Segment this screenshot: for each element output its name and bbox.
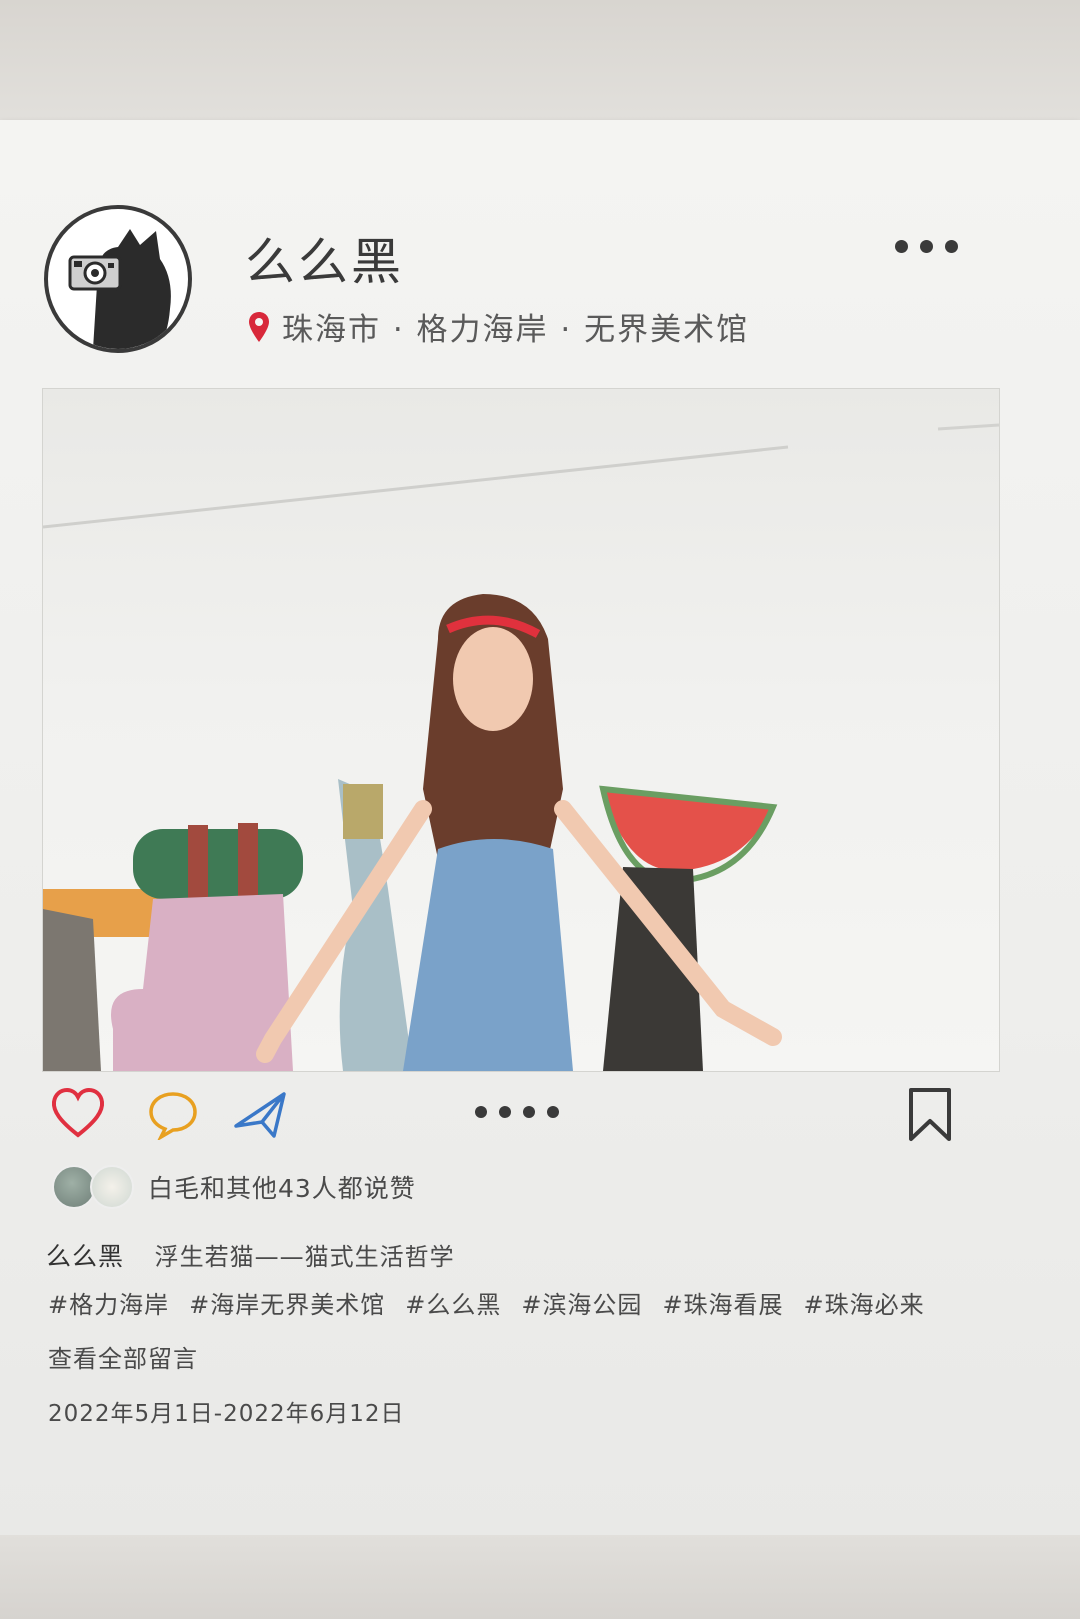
photo-scene (43, 423, 999, 1071)
view-all-comments-link[interactable]: 查看全部留言 (48, 1339, 198, 1374)
ellipsis-dot (920, 240, 933, 253)
post-location[interactable]: 珠海市 · 格力海岸 · 无界美术馆 (248, 304, 749, 349)
caption-text: 浮生若猫——猫式生活哲学 (154, 1243, 455, 1271)
carousel-dots-icon (475, 1106, 559, 1118)
wall-background-bottom (0, 1535, 1080, 1619)
hashtag[interactable]: #么么黑 (405, 1285, 501, 1320)
hashtag[interactable]: #格力海岸 (48, 1285, 169, 1320)
carousel-dot (523, 1106, 535, 1118)
more-options-button[interactable] (895, 240, 958, 253)
hashtag[interactable]: #滨海公园 (521, 1285, 642, 1320)
black-cat-camera-logo (68, 229, 171, 349)
carousel-dot (547, 1106, 559, 1118)
likes-text: 白毛和其他43人都说赞 (148, 1174, 416, 1203)
post-username[interactable]: 么么黑 (245, 222, 404, 294)
comment-bubble-icon (149, 1092, 197, 1142)
carousel-dot (499, 1106, 511, 1118)
like-button[interactable] (50, 1087, 106, 1143)
ellipsis-icon (895, 240, 908, 253)
hashtag[interactable]: #海岸无界美术馆 (189, 1285, 385, 1320)
post-photo (42, 388, 1000, 1072)
carousel-dot (475, 1106, 487, 1118)
liker-avatar (90, 1165, 134, 1209)
comment-button[interactable] (147, 1090, 199, 1144)
caption-username[interactable]: 么么黑 (46, 1242, 124, 1271)
ellipsis-dot (945, 240, 958, 253)
share-button[interactable] (232, 1090, 288, 1144)
paper-plane-icon (234, 1092, 286, 1138)
map-pin-icon (249, 311, 269, 342)
wall-background-top (0, 0, 1080, 125)
likes-summary[interactable]: 白毛和其他43人都说赞 (52, 1165, 416, 1209)
hashtag-list: #格力海岸 #海岸无界美术馆 #么么黑 #滨海公园 #珠海看展 #珠海必来 (48, 1285, 925, 1320)
heart-icon (51, 1087, 105, 1138)
post-caption: 么么黑 浮生若猫——猫式生活哲学 (46, 1237, 455, 1273)
profile-avatar[interactable] (44, 205, 192, 353)
post-date: 2022年5月1日-2022年6月12日 (48, 1401, 405, 1427)
hashtag[interactable]: #珠海看展 (662, 1285, 783, 1320)
bookmark-icon (909, 1088, 951, 1141)
location-text: 珠海市 · 格力海岸 · 无界美术馆 (282, 312, 750, 348)
hashtag[interactable]: #珠海必来 (804, 1285, 925, 1320)
save-button[interactable] (906, 1087, 954, 1147)
